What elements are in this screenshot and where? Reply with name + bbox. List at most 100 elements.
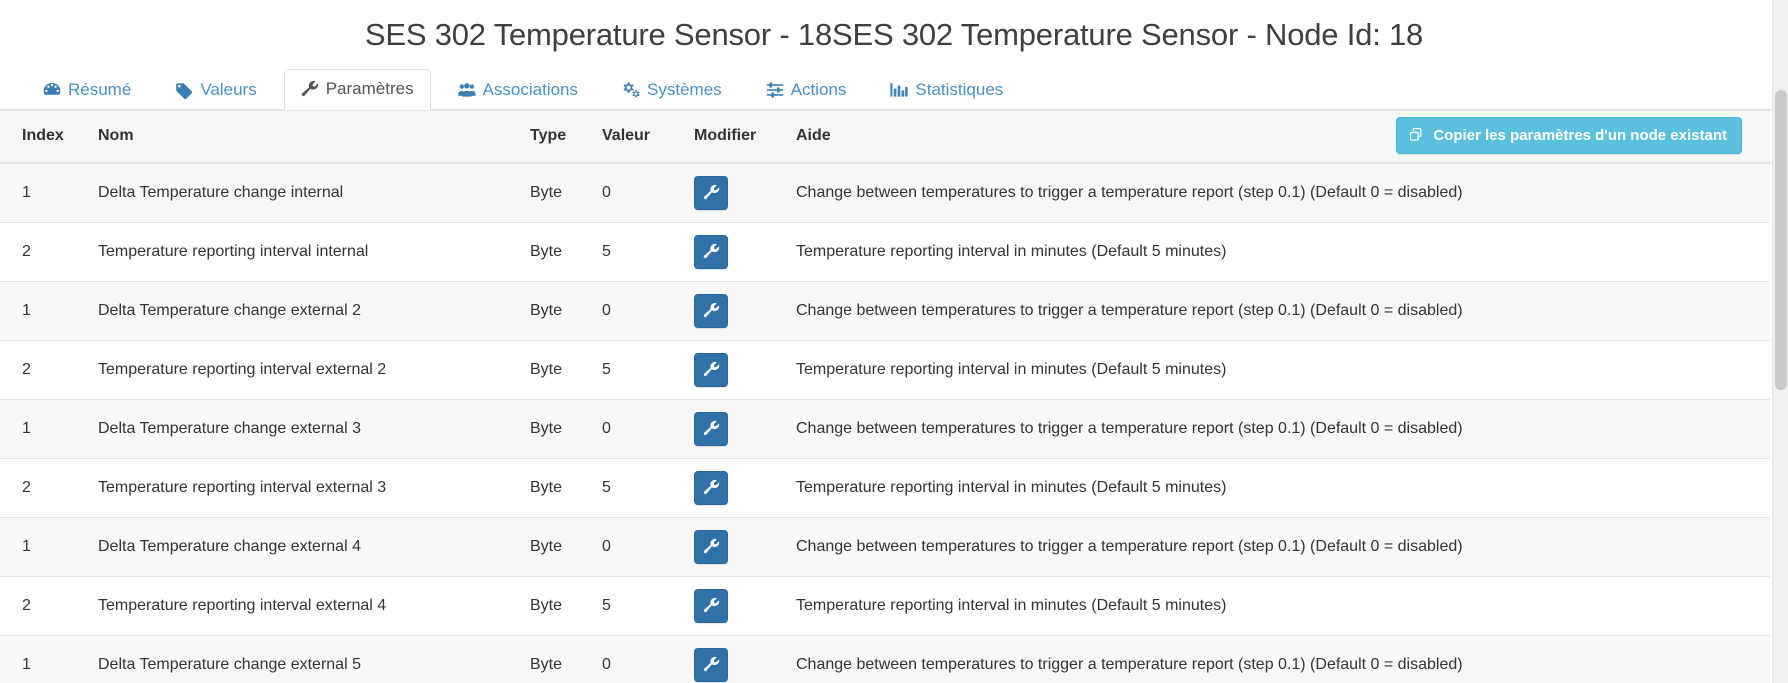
cell-valeur: 0 (592, 162, 684, 223)
cell-aide: Change between temperatures to trigger a… (786, 634, 1770, 683)
cell-aide: Temperature reporting interval in minute… (786, 339, 1770, 400)
cell-valeur: 5 (592, 221, 684, 282)
edit-parameter-button[interactable] (694, 529, 728, 564)
cell-aide: Change between temperatures to trigger a… (786, 516, 1770, 577)
gears-icon (622, 81, 640, 99)
cell-index: 1 (0, 516, 88, 577)
tab-valeurs[interactable]: Valeurs (158, 70, 273, 110)
cell-valeur: 5 (592, 339, 684, 400)
wrench-icon (703, 538, 720, 555)
cell-type: Byte (520, 457, 592, 518)
wrench-icon (301, 80, 319, 98)
parameters-table-container: Index Nom Type Valeur Modifier Aide Copi… (0, 110, 1788, 683)
users-icon (457, 81, 476, 99)
cell-index: 2 (0, 339, 88, 400)
cell-aide: Temperature reporting interval in minute… (786, 221, 1770, 282)
cell-nom: Delta Temperature change external 2 (88, 280, 520, 341)
parameters-table: Index Nom Type Valeur Modifier Aide Copi… (0, 110, 1770, 683)
cell-type: Byte (520, 516, 592, 577)
wrench-icon (703, 420, 720, 437)
wrench-icon (703, 184, 720, 201)
cell-type: Byte (520, 221, 592, 282)
cell-index: 2 (0, 457, 88, 518)
cell-nom: Temperature reporting interval external … (88, 575, 520, 636)
table-row: 2 Temperature reporting interval external… (0, 339, 1770, 400)
tab-label: Statistiques (915, 80, 1004, 100)
cell-valeur: 0 (592, 634, 684, 683)
copy-parameters-button[interactable]: Copier les paramètres d'un node existant (1396, 117, 1742, 155)
tab-associations[interactable]: Associations (441, 70, 595, 110)
cell-valeur: 0 (592, 516, 684, 577)
cell-valeur: 5 (592, 575, 684, 636)
tab-label: Associations (482, 80, 579, 100)
cell-index: 1 (0, 634, 88, 683)
cell-index: 2 (0, 575, 88, 636)
cell-index: 1 (0, 398, 88, 459)
edit-parameter-button[interactable] (694, 234, 728, 269)
column-header-index: Index (0, 110, 88, 164)
tab-statistiques[interactable]: Statistiques (873, 70, 1020, 110)
edit-parameter-button[interactable] (694, 411, 728, 446)
cell-modifier (684, 634, 786, 683)
cell-modifier (684, 339, 786, 400)
bar-chart-icon (890, 81, 909, 99)
tag-icon (175, 81, 193, 99)
cell-aide: Change between temperatures to trigger a… (786, 280, 1770, 341)
tab-label: Résumé (68, 80, 132, 100)
table-row: 1 Delta Temperature change external 3 Byte… (0, 398, 1770, 459)
cell-type: Byte (520, 575, 592, 636)
wrench-icon (703, 361, 720, 378)
cell-modifier (684, 162, 786, 223)
wrench-icon (703, 597, 720, 614)
table-header: Index Nom Type Valeur Modifier Aide Copi… (0, 110, 1770, 164)
cell-aide: Change between temperatures to trigger a… (786, 398, 1770, 459)
cell-nom: Temperature reporting interval external … (88, 339, 520, 400)
tab-parametres[interactable]: Paramètres (283, 69, 431, 111)
tab-label: Systèmes (647, 80, 722, 100)
tab-resume[interactable]: Résumé (26, 70, 148, 110)
wrench-icon (703, 479, 720, 496)
edit-parameter-button[interactable] (694, 293, 728, 328)
table-row: 2 Temperature reporting interval internal… (0, 221, 1770, 282)
tab-label: Paramètres (325, 79, 414, 99)
wrench-icon (703, 302, 720, 319)
table-body: 1 Delta Temperature change internal Byte 0 C… (0, 162, 1770, 683)
cell-nom: Delta Temperature change internal (88, 162, 520, 223)
table-row: 1 Delta Temperature change external 2 Byte… (0, 280, 1770, 341)
wrench-icon (703, 656, 720, 673)
column-header-aide-label: Aide (796, 126, 831, 144)
cell-nom: Delta Temperature change external 4 (88, 516, 520, 577)
edit-parameter-button[interactable] (694, 588, 728, 623)
column-header-valeur: Valeur (592, 110, 684, 164)
cell-modifier (684, 280, 786, 341)
cell-modifier (684, 398, 786, 459)
column-header-nom: Nom (88, 110, 520, 164)
cell-type: Byte (520, 634, 592, 683)
cell-modifier (684, 457, 786, 518)
tab-label: Actions (790, 80, 847, 100)
scrollbar-thumb[interactable] (1775, 90, 1787, 390)
cell-aide: Change between temperatures to trigger a… (786, 162, 1770, 223)
tab-bar: Résumé Valeurs Paramètres Associations S… (0, 66, 1788, 111)
cell-valeur: 0 (592, 398, 684, 459)
cell-aide: Temperature reporting interval in minute… (786, 457, 1770, 518)
device-parameters-page: SES 302 Temperature Sensor - 18SES 302 T… (0, 0, 1788, 683)
vertical-scrollbar[interactable] (1772, 0, 1788, 683)
column-header-aide: Aide Copier les paramètres d'un node exi… (786, 110, 1770, 164)
edit-parameter-button[interactable] (694, 470, 728, 505)
sliders-icon (766, 81, 784, 99)
cell-index: 1 (0, 280, 88, 341)
table-row: 1 Delta Temperature change external 4 Byte… (0, 516, 1770, 577)
cell-nom: Delta Temperature change external 3 (88, 398, 520, 459)
cell-valeur: 5 (592, 457, 684, 518)
cell-type: Byte (520, 280, 592, 341)
edit-parameter-button[interactable] (694, 647, 728, 682)
tab-actions[interactable]: Actions (749, 70, 864, 110)
column-header-type: Type (520, 110, 592, 164)
edit-parameter-button[interactable] (694, 175, 728, 210)
edit-parameter-button[interactable] (694, 352, 728, 387)
table-header-row: Index Nom Type Valeur Modifier Aide Copi… (0, 110, 1770, 164)
cell-aide: Temperature reporting interval in minute… (786, 575, 1770, 636)
page-title: SES 302 Temperature Sensor - 18SES 302 T… (364, 17, 1424, 52)
tab-systemes[interactable]: Systèmes (605, 70, 739, 110)
